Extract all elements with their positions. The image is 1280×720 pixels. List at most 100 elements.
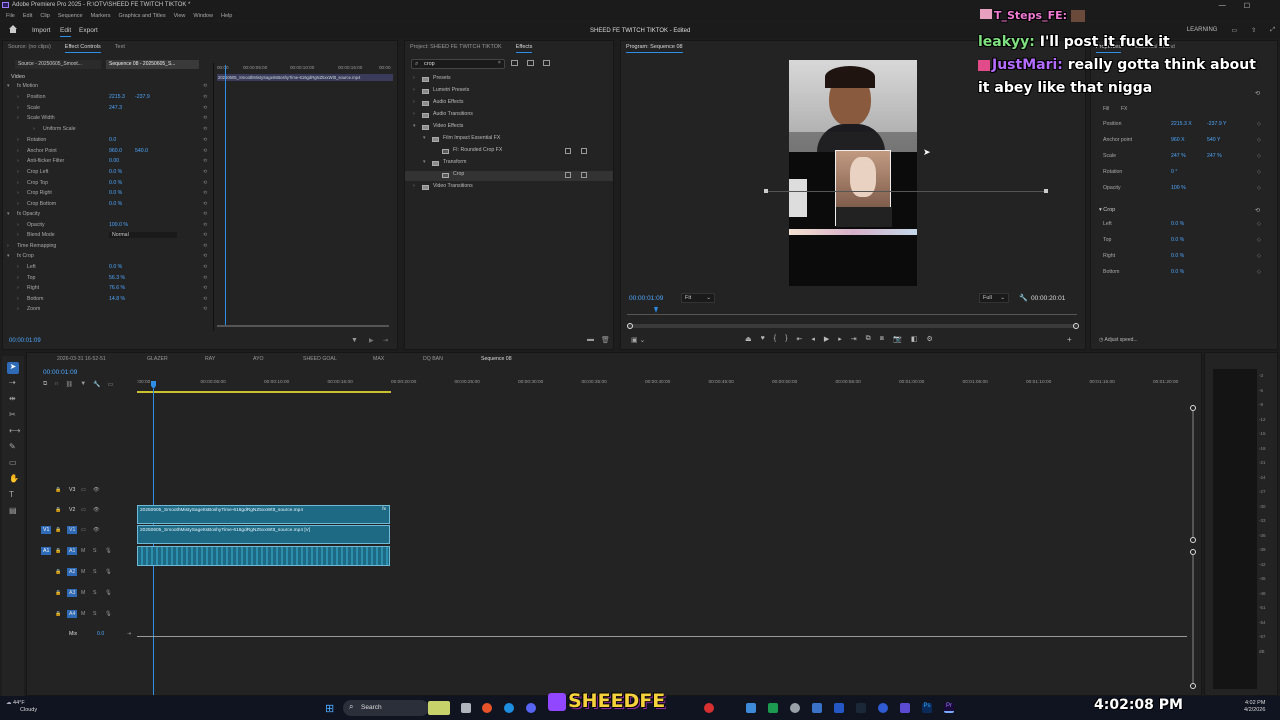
timeline-timecode[interactable]: 00:00:01:09 [43, 369, 77, 376]
system-clock[interactable]: 4:02 PM 4/2/2026 [1244, 700, 1265, 714]
mute-button[interactable]: M [81, 590, 85, 596]
overwrite-icon[interactable]: ⧈ [880, 335, 884, 343]
property-value-y[interactable]: -237.9 Y [1207, 121, 1227, 127]
windows-start-icon[interactable]: ⊞ [325, 702, 334, 715]
timeline-tab[interactable]: MAX [373, 356, 384, 362]
effect-row[interactable]: › Opacity 100.0 % ⟲ [3, 222, 213, 232]
keyframe-icon[interactable]: ◇ [1257, 121, 1261, 127]
effect-value[interactable]: 14.8 % [109, 296, 125, 302]
reset-icon[interactable]: ⟲ [203, 83, 207, 89]
reset-icon[interactable]: ⟲ [203, 243, 207, 249]
work-area-bar[interactable] [137, 391, 391, 393]
property-row[interactable]: Scale 247 % 247 % ◇ [1091, 153, 1277, 163]
effects-tree-item[interactable]: ▾ Transform [405, 159, 613, 169]
solo-button[interactable]: S [93, 548, 96, 554]
weather-widget[interactable]: ☁ 44°F Cloudy [6, 700, 37, 714]
reset-icon[interactable]: ⟲ [203, 264, 207, 270]
a-scrollbar[interactable] [1192, 555, 1194, 683]
mic-icon[interactable]: 🎙 [105, 548, 112, 554]
crop-value[interactable]: 0.0 % [1171, 221, 1184, 227]
pen-icon[interactable]: ✎ [9, 442, 16, 451]
effect-row[interactable]: ▾ fx Crop ⟲ [3, 253, 213, 263]
mute-button[interactable]: M [81, 548, 85, 554]
property-row[interactable]: Position 2215.3 X -237.9 Y ◇ [1091, 121, 1277, 131]
effect-value[interactable]: 100.0 % [109, 222, 128, 228]
expand-toggle-icon[interactable]: › [17, 264, 19, 270]
ec-playhead[interactable] [225, 65, 226, 327]
in-point-icon[interactable]: { [774, 335, 776, 343]
effect-value-y[interactable]: 540.0 [135, 148, 148, 154]
slip-icon[interactable]: ⟷ [9, 426, 20, 435]
effect-row[interactable]: › Crop Top 0.0 % ⟲ [3, 180, 213, 190]
caption-icon[interactable]: ▤ [9, 506, 17, 515]
track-header[interactable]: 🔒 A4 M S 🎙 [27, 610, 137, 621]
app-icon[interactable] [704, 703, 714, 713]
program-video-frame[interactable] [789, 60, 917, 286]
effects-tree-item[interactable]: Crop [405, 171, 613, 181]
mic-icon[interactable]: 🎙 [105, 569, 112, 575]
track-header[interactable]: 🔒 V1 V1 ▭ 👁 [27, 526, 137, 537]
effect-value[interactable]: 247.3 [109, 105, 122, 111]
play-only-icon[interactable]: ▶ [369, 337, 374, 344]
keyframe-icon[interactable]: ◇ [1257, 153, 1261, 159]
reset-icon[interactable]: ⟲ [203, 222, 207, 228]
app2-icon[interactable] [878, 703, 888, 713]
effect-row[interactable]: › Crop Right 0.0 % ⟲ [3, 190, 213, 200]
menu-markers[interactable]: Markers [91, 13, 111, 21]
accelerated-icon[interactable] [511, 60, 518, 66]
chevron-icon[interactable]: › [413, 99, 415, 105]
mic-icon[interactable]: 🎙 [105, 611, 112, 617]
workspace-icon[interactable]: ▭ [1231, 27, 1237, 34]
effect-value[interactable]: 56.3 % [109, 275, 125, 281]
track-header[interactable]: 🔒 A3 M S 🎙 [27, 589, 137, 600]
go-out-icon[interactable]: ⇥ [851, 335, 857, 343]
crop-reset-icon[interactable]: ⟲ [1255, 207, 1260, 214]
menu-graphics[interactable]: Graphics and Titles [119, 13, 166, 21]
edge-icon[interactable] [504, 703, 514, 713]
lock-icon[interactable]: 🔒 [55, 487, 61, 493]
lift-icon[interactable]: ⏏ [745, 335, 752, 343]
effect-row[interactable]: › Right 76.6 % ⟲ [3, 285, 213, 295]
track-label[interactable]: V3 [67, 486, 77, 494]
expand-toggle-icon[interactable]: › [17, 169, 19, 175]
lock-icon[interactable]: 🔒 [55, 590, 61, 596]
reset-icon[interactable]: ⟲ [1255, 90, 1260, 97]
crop-section[interactable]: ▾ Crop [1099, 207, 1115, 213]
keyframe-icon[interactable]: ◇ [1257, 169, 1261, 175]
sequence-selector[interactable]: Sequence 08 - 20250605_S... [106, 60, 199, 69]
menu-clip[interactable]: Clip [40, 13, 49, 21]
keyframe-icon[interactable]: ◇ [1257, 237, 1261, 243]
wrench-icon[interactable]: 🔧 [1019, 294, 1028, 302]
track-label[interactable]: A2 [67, 568, 78, 576]
menu-help[interactable]: Help [221, 13, 232, 21]
timeline-tab[interactable]: GLAZER [147, 356, 168, 362]
premiere-icon[interactable]: Pr [944, 703, 954, 713]
new-bin-icon[interactable]: ▬ [587, 336, 594, 343]
chevron-icon[interactable]: › [413, 87, 415, 93]
chevron-icon[interactable]: ▾ [413, 123, 416, 129]
widgets-icon[interactable] [428, 701, 450, 715]
sync-lock-icon[interactable]: ▭ [81, 527, 86, 533]
crop-value[interactable]: 0.0 % [1171, 253, 1184, 259]
selection-tool-icon[interactable]: ➤ [7, 362, 19, 374]
reset-icon[interactable]: ⟲ [203, 169, 207, 175]
clip-v2[interactable]: 20250605_SmoothMistySageItsBoshyTime-616… [137, 505, 390, 524]
chevron-icon[interactable]: ▾ [423, 159, 426, 165]
mic-icon[interactable]: 🎙 [105, 590, 112, 596]
expand-toggle-icon[interactable]: › [17, 306, 19, 312]
crop-row[interactable]: Bottom 0.0 % ◇ [1091, 269, 1277, 279]
expand-toggle-icon[interactable]: › [17, 158, 19, 164]
go-in-icon[interactable]: ⇤ [796, 335, 802, 343]
settings-icon[interactable] [790, 703, 800, 713]
track-header[interactable]: Mix 0.0 ⇥ [27, 631, 137, 641]
property-row[interactable]: Opacity 100 % ◇ [1091, 185, 1277, 195]
effect-row[interactable]: › Uniform Scale ⟲ [3, 126, 213, 136]
clear-search-icon[interactable]: × [498, 60, 501, 66]
expand-toggle-icon[interactable]: › [17, 232, 19, 238]
tab-effects[interactable]: Effects [515, 44, 533, 53]
export-icon[interactable]: ⇥ [383, 337, 388, 344]
maximize-icon[interactable]: ☐ [1244, 2, 1250, 10]
v-scrollbar[interactable] [1192, 411, 1194, 537]
mute-button[interactable]: M [81, 611, 85, 617]
track-label[interactable]: A3 [67, 589, 78, 597]
